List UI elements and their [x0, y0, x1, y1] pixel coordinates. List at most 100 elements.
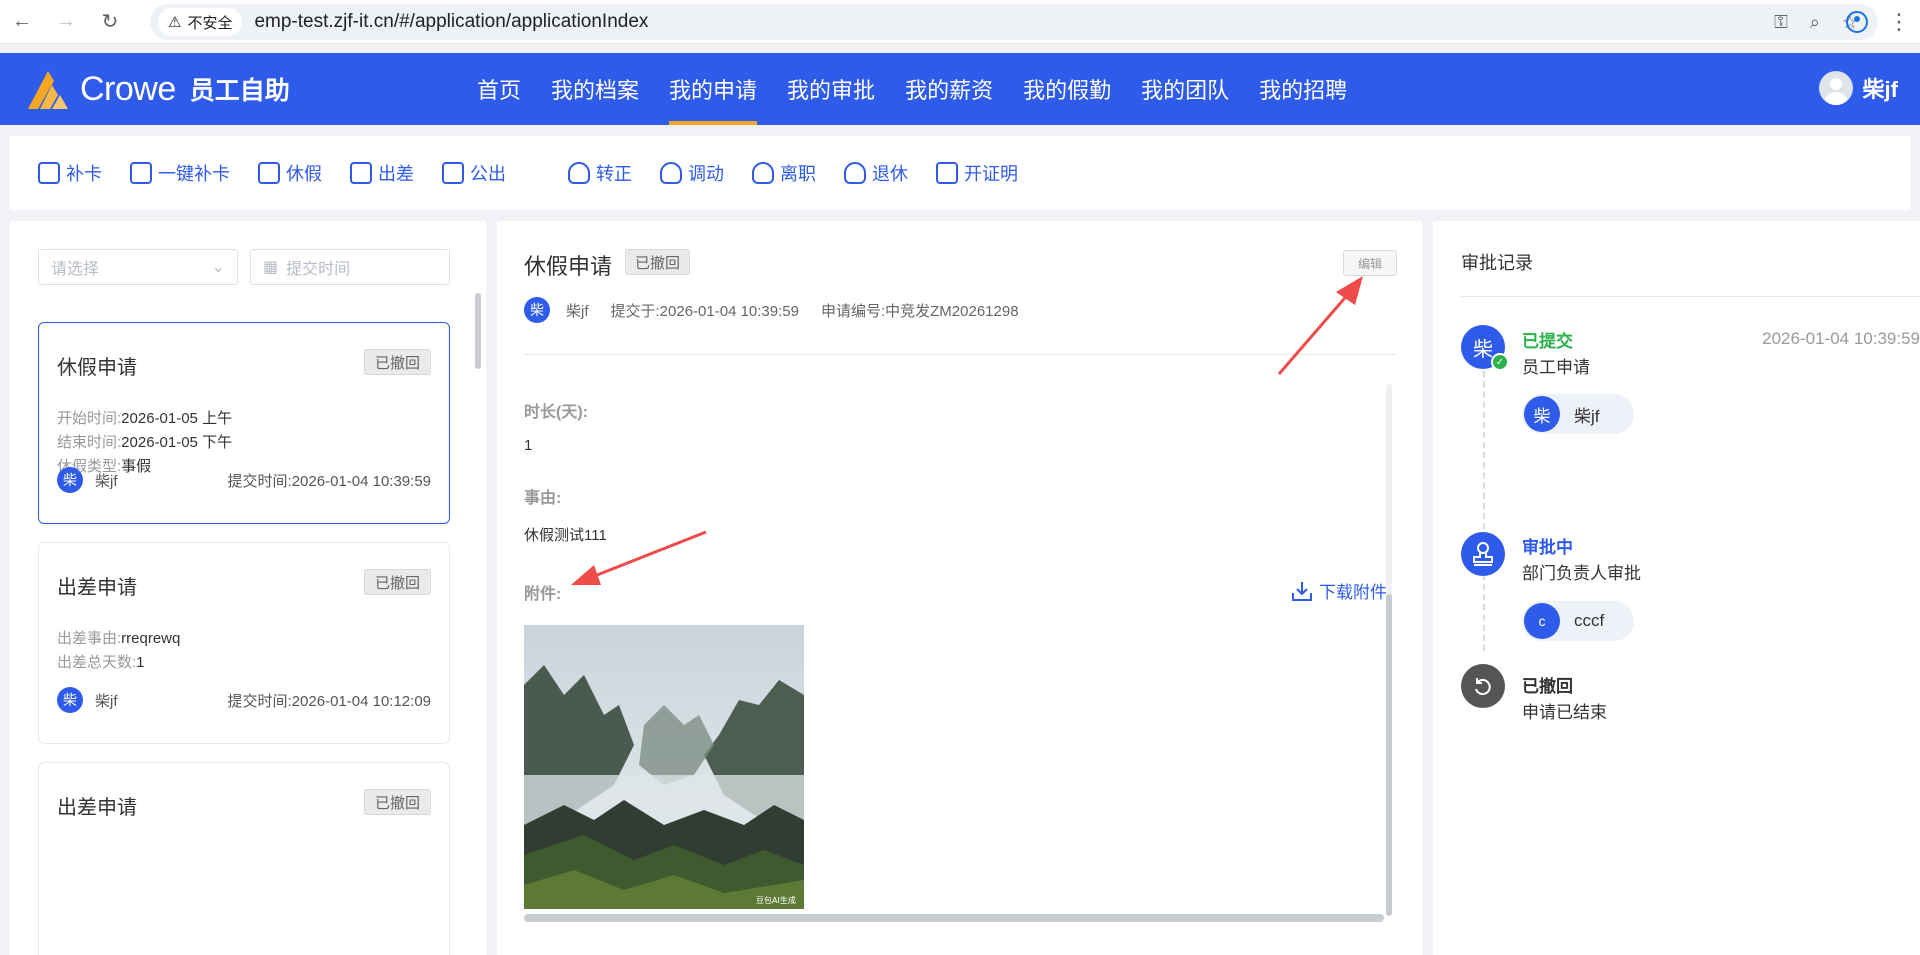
check-icon: ✓ — [1491, 353, 1509, 371]
card-title: 出差申请 — [57, 797, 137, 819]
action-resignation[interactable]: 离职 — [752, 160, 816, 186]
download-icon — [1292, 581, 1312, 601]
submit-date-picker[interactable]: ▦ 提交时间 — [250, 249, 450, 285]
type-select[interactable]: 请选择 ⌄ — [38, 249, 238, 285]
edit-button[interactable]: 编辑 — [1343, 250, 1397, 276]
step-description: 申请已结束 — [1522, 703, 1607, 722]
field-label: 开始时间: — [57, 410, 122, 427]
app-subtitle: 员工自助 — [189, 77, 290, 105]
divider — [1461, 296, 1920, 297]
application-card[interactable]: 休假申请 已撤回 开始时间:2026-01-05 上午 结束时间:2026-01… — [38, 322, 450, 524]
brand-name: Crowe — [80, 69, 176, 108]
detail-vertical-scrollbar[interactable] — [1386, 384, 1392, 916]
approver-chip: c cccf — [1522, 601, 1634, 641]
timeline-node-reviewing — [1461, 532, 1505, 576]
divider — [524, 354, 1397, 355]
action-retirement[interactable]: 退休 — [844, 160, 908, 186]
chevron-down-icon: ⌄ — [211, 259, 225, 276]
main-nav: 首页 我的档案 我的申请 我的审批 我的薪资 我的假勤 我的团队 我的招聘 — [462, 53, 1362, 125]
field-label: 出差总天数: — [57, 654, 137, 671]
step-time: 2026-01-04 10:39:59 — [1762, 329, 1920, 348]
nav-profile[interactable]: 我的档案 — [536, 53, 654, 125]
reason-label: 事由: — [524, 490, 562, 507]
field-value: 2026-01-05 下午 — [121, 434, 233, 451]
action-card-correction[interactable]: 补卡 — [38, 160, 102, 186]
application-card[interactable]: 出差申请 已撤回 出差事由:rreqrewq 出差总天数:1 柴 柴jf 提交时… — [38, 542, 450, 744]
plane-icon — [350, 162, 372, 184]
approval-record-panel: 审批记录 柴 ✓ 已提交 2026-01-04 10:39:59 员工申请 柴 … — [1433, 221, 1920, 955]
security-indicator[interactable]: ⚠ 不安全 — [158, 8, 243, 36]
application-number: 申请编号:中竞发ZM20261298 — [820, 302, 1019, 320]
nav-leave-attendance[interactable]: 我的假勤 — [1008, 53, 1126, 125]
nav-salary[interactable]: 我的薪资 — [890, 53, 1008, 125]
submitted-at: 提交于:2026-01-04 10:39:59 — [610, 302, 799, 320]
type-select-placeholder: 请选择 — [51, 261, 100, 278]
calendar-leave-icon — [258, 162, 280, 184]
action-label: 开证明 — [964, 164, 1018, 184]
calendar-icon: ▦ — [263, 259, 279, 276]
action-certificate[interactable]: 开证明 — [936, 160, 1018, 186]
nav-home[interactable]: 首页 — [462, 53, 536, 125]
avatar: 柴 — [57, 687, 83, 713]
user-avatar-icon — [1818, 71, 1853, 105]
step-description: 部门负责人审批 — [1522, 564, 1641, 583]
detail-horizontal-scrollbar[interactable] — [524, 914, 1384, 922]
forward-arrow-icon[interactable]: → — [44, 0, 88, 44]
approver-chip: 柴 柴jf — [1522, 394, 1634, 434]
key-icon[interactable]: ⚿ — [1774, 12, 1788, 33]
action-official-out[interactable]: 公出 — [442, 160, 506, 186]
scrollbar-thumb[interactable] — [1386, 594, 1392, 916]
status-badge: 已撤回 — [363, 569, 431, 595]
person-icon — [568, 162, 590, 184]
application-detail-panel: 休假申请 已撤回 编辑 柴 柴jf 提交于:2026-01-04 10:39:5… — [497, 221, 1422, 955]
approval-title: 审批记录 — [1461, 253, 1533, 273]
action-business-trip[interactable]: 出差 — [350, 160, 414, 186]
calendar-check-icon — [130, 162, 152, 184]
clipboard-icon — [936, 162, 958, 184]
reload-icon[interactable]: ↻ — [88, 0, 132, 44]
action-leave[interactable]: 休假 — [258, 160, 322, 186]
field-label: 结束时间: — [57, 434, 122, 451]
avatar: 柴 — [57, 467, 83, 493]
action-label: 出差 — [378, 164, 414, 184]
nav-my-approvals[interactable]: 我的审批 — [772, 53, 890, 125]
user-menu[interactable]: 柴jf — [1818, 71, 1898, 105]
step-status: 审批中 — [1522, 538, 1573, 557]
application-card[interactable]: 出差申请 已撤回 — [38, 762, 450, 955]
briefcase-icon — [442, 162, 464, 184]
field-value: rreqrewq — [121, 630, 181, 647]
applicant-name: 柴jf — [95, 472, 118, 490]
zoom-icon[interactable]: ⌕ — [1810, 12, 1820, 33]
date-placeholder: 提交时间 — [286, 261, 351, 278]
nav-my-applications[interactable]: 我的申请 — [654, 53, 772, 125]
reason-value: 休假测试111 — [524, 527, 607, 544]
node-avatar-char: 柴 — [1473, 338, 1493, 361]
profile-icon[interactable] — [1846, 11, 1868, 33]
download-attachment-link[interactable]: 下载附件 — [1291, 578, 1387, 603]
back-arrow-icon[interactable]: ← — [0, 0, 44, 44]
browser-menu-icon[interactable]: ⋮ — [1888, 11, 1910, 33]
applicant-name: 柴jf — [95, 692, 118, 710]
status-badge: 已撤回 — [363, 349, 431, 375]
action-transfer[interactable]: 调动 — [660, 160, 724, 186]
image-watermark: 豆包AI生成 — [756, 895, 796, 905]
url-text[interactable]: emp-test.zjf-it.cn/#/application/applica… — [254, 11, 648, 33]
address-bar[interactable]: ⚠ 不安全 emp-test.zjf-it.cn/#/application/a… — [150, 4, 1878, 40]
undo-icon — [1475, 678, 1491, 696]
attachment-image[interactable]: 豆包AI生成 — [524, 625, 804, 909]
card-title: 出差申请 — [57, 577, 137, 599]
avatar: 柴 — [1524, 396, 1560, 432]
step-status: 已提交 — [1522, 332, 1573, 351]
action-regularization[interactable]: 转正 — [568, 160, 632, 186]
list-scrollbar[interactable] — [475, 293, 481, 369]
card-title: 休假申请 — [57, 357, 137, 379]
field-label: 出差事由: — [57, 630, 122, 647]
action-one-click-correction[interactable]: 一键补卡 — [130, 160, 230, 186]
action-label: 公出 — [470, 164, 506, 184]
step-status: 已撤回 — [1522, 677, 1573, 696]
logo[interactable]: Crowe 员工自助 — [24, 67, 290, 111]
nav-recruitment[interactable]: 我的招聘 — [1244, 53, 1362, 125]
avatar: 柴 — [524, 297, 550, 323]
nav-team[interactable]: 我的团队 — [1126, 53, 1244, 125]
attachment-label: 附件: — [524, 586, 562, 603]
